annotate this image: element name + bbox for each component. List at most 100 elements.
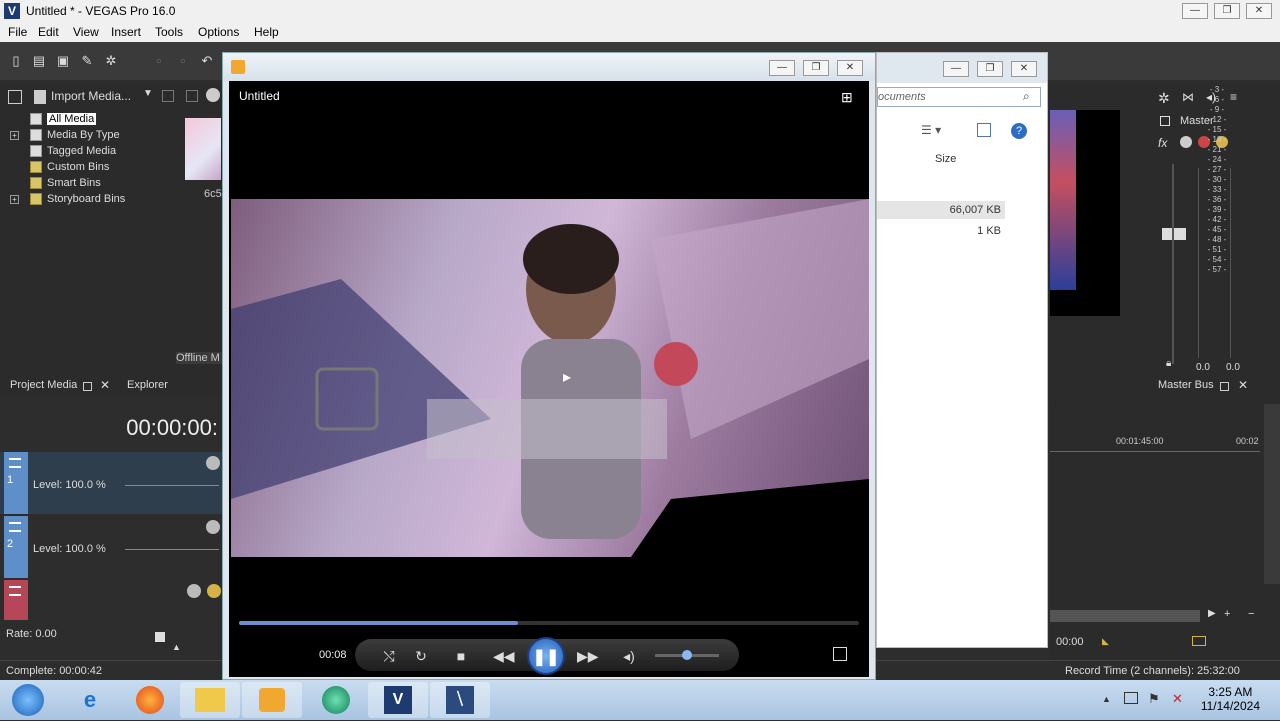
scroll-right-icon[interactable]: ▶ <box>1208 608 1216 619</box>
vegas-taskbar-icon[interactable]: V <box>368 682 428 718</box>
rewind-icon[interactable]: ◀◀ <box>493 647 515 665</box>
insert-bus-icon[interactable]: ⋈ <box>1182 90 1194 104</box>
file-explorer-icon[interactable] <box>180 682 240 718</box>
internet-explorer-icon[interactable]: e <box>60 682 120 718</box>
media-thumbnail[interactable] <box>185 118 221 180</box>
volume-slider-knob[interactable] <box>682 650 692 660</box>
seek-bar[interactable] <box>239 621 859 625</box>
menu-view[interactable]: View <box>73 25 99 39</box>
track-solo-icon[interactable] <box>207 584 221 598</box>
view-options-icon[interactable]: ☰ ▾ <box>921 123 941 137</box>
fast-forward-icon[interactable]: ▶▶ <box>577 647 599 665</box>
track-menu-icon[interactable] <box>9 522 21 532</box>
cut-icon[interactable]: ▫ <box>151 53 167 69</box>
track-menu-icon[interactable] <box>9 458 21 468</box>
explorer-close-button[interactable]: ✕ <box>1011 61 1037 77</box>
fader-handle[interactable] <box>1162 228 1186 240</box>
gear-icon[interactable]: ✲ <box>1158 90 1170 107</box>
file-size-cell[interactable]: 1 KB <box>877 222 1005 240</box>
offline-media-tab[interactable]: Offline M <box>176 352 222 364</box>
zoom-in-icon[interactable]: + <box>1224 608 1230 620</box>
firefox-icon[interactable] <box>120 682 180 718</box>
switch-to-library-icon[interactable]: ⊞ <box>841 89 853 106</box>
track-header-3[interactable] <box>0 580 222 620</box>
system-clock[interactable]: 3:25 AM 11/14/2024 <box>1201 685 1260 713</box>
fx-icon[interactable]: fx <box>1158 136 1167 150</box>
maximize-pane-icon[interactable] <box>1220 382 1229 391</box>
expand-icon[interactable]: + <box>10 195 19 204</box>
zoom-out-icon[interactable]: − <box>1248 608 1254 620</box>
close-button[interactable]: ✕ <box>1246 3 1272 19</box>
explorer-maximize-button[interactable]: ❐ <box>977 61 1003 77</box>
volume-muted-icon[interactable]: ✕ <box>1172 691 1183 707</box>
tab-project-media[interactable]: Project Media <box>10 379 77 391</box>
size-column-header[interactable]: Size <box>935 153 956 165</box>
vertical-scrollbar[interactable] <box>1264 404 1280 584</box>
copy-icon[interactable]: ▫ <box>175 53 191 69</box>
track-menu-icon[interactable] <box>9 586 21 596</box>
repeat-icon[interactable]: ↻ <box>411 647 431 665</box>
volume-slider[interactable] <box>655 650 719 660</box>
master-bus-label[interactable]: Master Bus <box>1158 379 1214 391</box>
menu-options[interactable]: Options <box>198 25 239 39</box>
track-header-2[interactable]: 2 Level: 100.0 % <box>0 516 222 578</box>
search-icon[interactable]: ⌕ <box>1023 89 1030 104</box>
track-fx-icon[interactable] <box>206 520 220 534</box>
player-close-button[interactable]: ✕ <box>837 60 863 76</box>
save-as-icon[interactable]: ✎ <box>79 53 95 69</box>
track-fx-icon[interactable] <box>206 456 220 470</box>
shuffle-icon[interactable]: ⤭ <box>379 647 399 665</box>
show-hidden-icons[interactable]: ▲ <box>1102 694 1111 704</box>
open-folder-icon[interactable]: ▤ <box>31 53 47 69</box>
level-slider[interactable] <box>125 549 219 550</box>
app-icon[interactable] <box>306 682 366 718</box>
undo-icon[interactable]: ↶ <box>199 53 215 69</box>
toolbar-button-icon[interactable] <box>162 90 174 102</box>
chevron-down-icon[interactable]: ▼ <box>143 88 153 99</box>
maximize-pane-icon[interactable] <box>83 382 92 391</box>
player-minimize-button[interactable]: — <box>769 60 795 76</box>
menu-tools[interactable]: Tools <box>155 25 183 39</box>
maximize-button[interactable]: ❐ <box>1214 3 1240 19</box>
media-player-taskbar-icon[interactable] <box>242 682 302 718</box>
minimize-button[interactable]: — <box>1182 3 1208 19</box>
file-size-cell[interactable]: 66,007 KB <box>877 201 1005 219</box>
master-checkbox[interactable] <box>1160 116 1170 126</box>
menu-help[interactable]: Help <box>254 25 279 39</box>
preview-pane-icon[interactable] <box>977 123 991 137</box>
level-slider[interactable] <box>125 485 219 486</box>
player-maximize-button[interactable]: ❐ <box>803 60 829 76</box>
stop-icon[interactable]: ■ <box>451 647 471 665</box>
marker-icon[interactable]: ◣ <box>1102 636 1109 647</box>
plugin-chain-icon[interactable] <box>1180 136 1192 148</box>
flag-icon[interactable]: ⚑ <box>1148 691 1160 707</box>
track-header-1[interactable]: 1 Level: 100.0 % <box>0 452 222 514</box>
video-surface[interactable]: Untitled ⊞ ▸ 00:08 ⤭ ↻ ■ ◀◀ ❚❚ ▶▶ ◂) <box>229 81 869 677</box>
rate-slider-handle[interactable] <box>155 632 165 642</box>
new-file-icon[interactable]: ▯ <box>8 53 24 69</box>
menu-insert[interactable]: Insert <box>111 25 141 39</box>
help-icon[interactable]: ? <box>1011 123 1027 139</box>
action-center-icon[interactable] <box>1124 692 1138 704</box>
vegas-renderer-taskbar-icon[interactable]: ⧹ <box>430 682 490 718</box>
lock-icon[interactable]: 🔒︎ <box>1166 358 1171 369</box>
menu-edit[interactable]: Edit <box>38 25 59 39</box>
horizontal-scrollbar[interactable] <box>1050 610 1200 622</box>
explorer-minimize-button[interactable]: — <box>943 61 969 77</box>
settings-icon[interactable]: ✲ <box>103 53 119 69</box>
toolbar-button-icon[interactable] <box>186 90 198 102</box>
fullscreen-icon[interactable] <box>833 647 847 661</box>
save-icon[interactable]: ▣ <box>55 53 71 69</box>
loop-region-icon[interactable] <box>1192 636 1206 646</box>
view-toggle-icon[interactable] <box>8 90 22 104</box>
tab-explorer[interactable]: Explorer <box>127 379 168 391</box>
explorer-search-input[interactable]: ocuments <box>877 87 1041 107</box>
close-tab-icon[interactable]: ✕ <box>1238 378 1248 392</box>
start-button[interactable] <box>0 682 56 718</box>
media-fx-icon[interactable] <box>206 88 220 102</box>
import-media-button[interactable]: Import Media... <box>51 89 131 103</box>
close-tab-icon[interactable]: ✕ <box>100 378 110 392</box>
pause-button[interactable]: ❚❚ <box>527 637 565 675</box>
track-fx-icon[interactable] <box>187 584 201 598</box>
expand-icon[interactable]: + <box>10 131 19 140</box>
